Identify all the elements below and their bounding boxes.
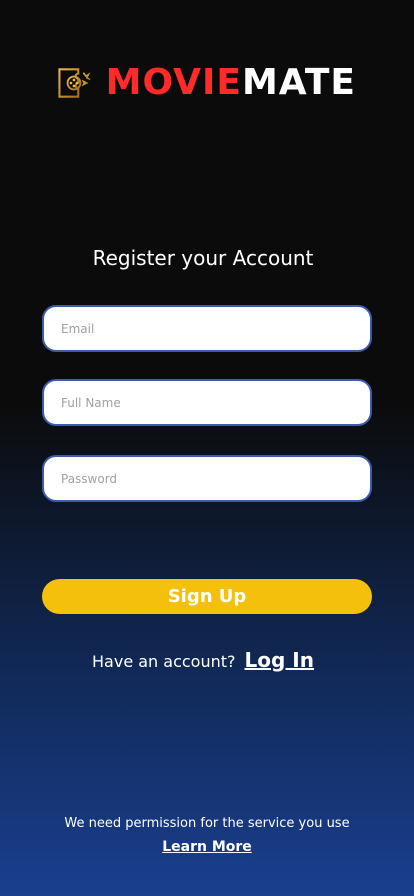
fullname-field[interactable] — [44, 381, 370, 424]
brand-name-part1: MOVIE — [105, 62, 242, 103]
fullname-field-container — [42, 379, 372, 426]
permission-text: We need permission for the service you u… — [64, 816, 350, 831]
ticket-film-reel-icon — [58, 68, 91, 98]
email-field[interactable] — [44, 307, 370, 350]
learn-more-link[interactable]: Learn More — [162, 839, 252, 855]
page-title: Register your Account — [92, 246, 314, 270]
login-link[interactable]: Log In — [245, 648, 314, 672]
login-prompt-text: Have an account? — [92, 652, 236, 671]
brand-name-part2: MATE — [241, 62, 356, 103]
brand-name: MOVIEMATE — [106, 65, 356, 101]
password-field-container — [42, 455, 372, 502]
register-screen: MOVIEMATE Register your Account Sign Up … — [0, 0, 414, 896]
signup-button[interactable]: Sign Up — [42, 579, 372, 614]
app-logo: MOVIEMATE — [56, 60, 356, 106]
learn-more-container: Learn More — [0, 836, 414, 855]
password-field[interactable] — [44, 457, 370, 500]
email-field-container — [42, 305, 372, 352]
login-prompt: Have an account? Log In — [0, 648, 414, 672]
